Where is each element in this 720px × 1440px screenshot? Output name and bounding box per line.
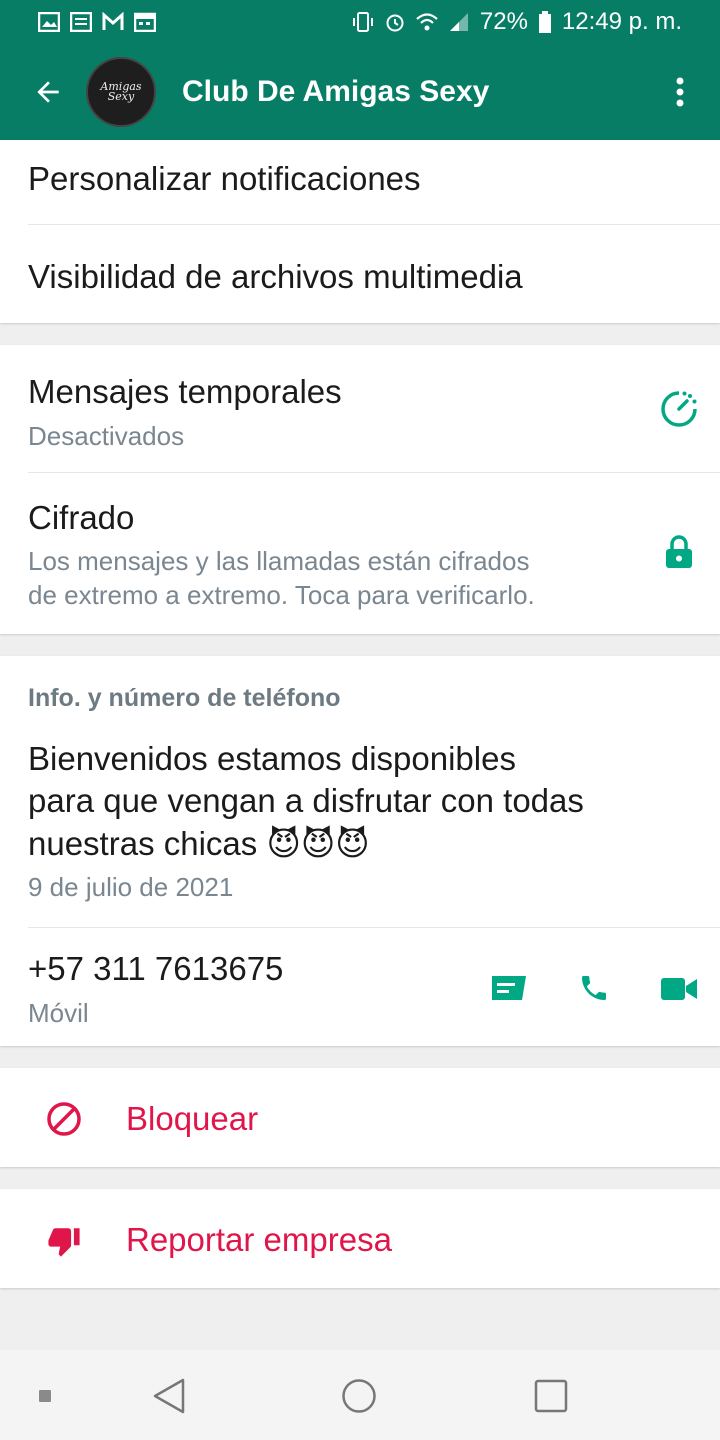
clock: 12:49 p. m. [561,8,682,35]
system-nav-bar [0,1350,720,1440]
phone-number: +57 311 7613675 [28,950,284,987]
thumb-down-icon [48,1228,80,1257]
battery-percentage: 72% [479,8,528,35]
nav-dot-icon[interactable] [39,1390,51,1402]
message-notification-icon [70,12,92,32]
info-card: Info. y número de teléfono Bienvenidos e… [0,656,720,1046]
timer-icon [661,391,697,427]
signal-icon [449,13,468,31]
encryption-description-line2: de extremo a extremo. Toca para verifica… [28,580,535,610]
gmail-notification-icon [102,12,124,30]
divider [28,224,720,225]
nav-back-icon[interactable] [152,1378,186,1414]
message-icon[interactable] [490,974,528,1002]
vibrate-icon [352,12,373,32]
about-date: 9 de julio de 2021 [28,872,234,902]
contact-title[interactable]: Club De Amigas Sexy [182,75,489,109]
privacy-card: Mensajes temporales Desactivados Cifrado… [0,345,720,634]
battery-icon [538,11,551,33]
about-text-line2: para que vengan a disfrutar con todas [28,782,584,819]
info-section-title: Info. y número de teléfono [28,684,341,712]
disappearing-messages-item[interactable]: Mensajes temporales Desactivados [28,345,720,472]
lock-icon [666,535,692,568]
custom-notifications-item[interactable]: Personalizar notificaciones [28,160,720,198]
nav-recents-icon[interactable] [534,1379,568,1413]
about-text-line3: nuestras chicas 😈😈😈 [28,825,370,862]
block-card[interactable]: Bloquear [0,1068,720,1167]
disappearing-messages-status: Desactivados [28,421,185,451]
back-button[interactable] [0,44,96,140]
wifi-icon [416,13,438,31]
encryption-item[interactable]: Cifrado Los mensajes y las llamadas está… [28,473,720,634]
settings-card: Personalizar notificaciones Visibilidad … [0,140,720,323]
disappearing-messages-title: Mensajes temporales [28,373,342,410]
media-visibility-item[interactable]: Visibilidad de archivos multimedia [28,258,720,296]
report-card[interactable]: Reportar empresa [0,1189,720,1288]
phone-type: Móvil [28,998,89,1028]
gallery-notification-icon [38,12,60,32]
status-bar: 72% 12:49 p. m. [0,0,720,44]
phone-item[interactable]: +57 311 7613675 Móvil [28,928,720,1046]
video-call-icon[interactable] [660,976,698,1002]
block-icon [47,1102,81,1136]
avatar-logo-text: Amigas Sexy [100,80,142,103]
avatar[interactable]: Amigas Sexy [86,57,156,127]
arrow-back-icon [37,81,59,103]
encryption-title: Cifrado [28,499,135,536]
more-vert-icon [676,77,684,107]
overflow-menu-button[interactable] [640,44,720,140]
encryption-description-line1: Los mensajes y las llamadas están cifrad… [28,546,530,576]
alarm-icon [386,14,404,32]
about-text-line1: Bienvenidos estamos disponibles [28,740,516,777]
call-icon[interactable] [578,972,610,1004]
block-label: Bloquear [126,1100,259,1137]
calendar-notification-icon [134,12,156,32]
nav-home-icon[interactable] [341,1378,377,1414]
app-bar: Amigas Sexy Club De Amigas Sexy [0,44,720,140]
report-label: Reportar empresa [126,1221,392,1258]
